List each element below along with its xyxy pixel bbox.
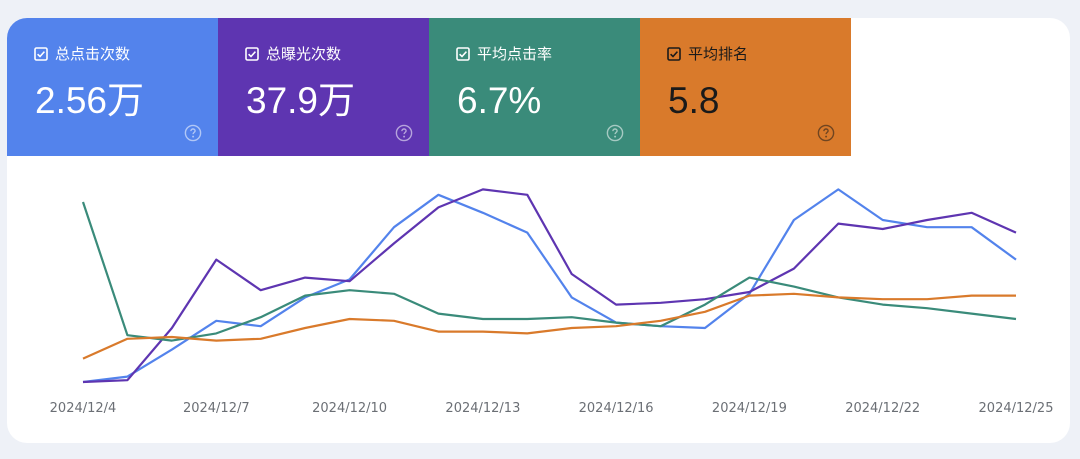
metric-label: 总曝光次数 [266, 45, 342, 63]
x-tick-label: 2024/12/13 [445, 401, 520, 416]
metric-tile-1[interactable]: 总点击次数 2.56万 [7, 18, 218, 156]
x-axis: 2024/12/4 2024/12/7 2024/12/10 2024/12/13 20… [50, 401, 1054, 416]
series-line-2 [82, 188, 1017, 384]
checkbox-checked-icon[interactable] [245, 47, 259, 61]
x-tick-label: 2024/12/10 [312, 401, 387, 416]
metric-value: 37.9万 [246, 80, 356, 121]
metric-tile-3[interactable]: 平均点击率 6.7% [429, 18, 640, 156]
metric-value: 5.8 [668, 80, 720, 121]
checkbox-checked-icon[interactable] [667, 47, 681, 61]
metric-value: 2.56万 [35, 80, 145, 121]
performance-chart: 2024/12/4 2024/12/7 2024/12/10 2024/12/13 20… [7, 168, 1070, 443]
checkbox-checked-icon[interactable] [456, 47, 470, 61]
help-icon[interactable] [395, 124, 413, 142]
metric-tile-4[interactable]: 平均排名 5.8 [640, 18, 851, 156]
metric-label: 平均点击率 [477, 45, 553, 63]
metric-tile-header: 平均点击率 [456, 45, 552, 63]
metric-tiles: 总点击次数 2.56万 总曝光次数 37.9万 平均点击率 6.7% 平均排名 5.8 [7, 18, 851, 156]
metric-label: 总点击次数 [55, 45, 131, 63]
series-line-1 [82, 188, 1017, 384]
metric-tile-2[interactable]: 总曝光次数 37.9万 [218, 18, 429, 156]
metric-tile-header: 总曝光次数 [245, 45, 341, 63]
x-tick-label: 2024/12/16 [579, 401, 654, 416]
help-icon[interactable] [184, 124, 202, 142]
checkbox-checked-icon[interactable] [34, 47, 48, 61]
metric-tile-header: 总点击次数 [34, 45, 130, 63]
help-icon[interactable] [817, 124, 835, 142]
x-tick-label: 2024/12/7 [183, 401, 250, 416]
metric-tile-header: 平均排名 [667, 45, 748, 63]
metric-value: 6.7% [457, 80, 542, 121]
x-tick-label: 2024/12/22 [845, 401, 920, 416]
help-icon[interactable] [606, 124, 624, 142]
series-lines [81, 188, 1017, 384]
performance-card: 总点击次数 2.56万 总曝光次数 37.9万 平均点击率 6.7% 平均排名 5.8 202… [7, 18, 1070, 443]
x-tick-label: 2024/12/4 [50, 401, 117, 416]
metric-label: 平均排名 [688, 45, 749, 63]
series-line-3 [81, 201, 1017, 342]
x-tick-label: 2024/12/19 [712, 401, 787, 416]
x-tick-label: 2024/12/25 [979, 401, 1054, 416]
line-chart: 2024/12/4 2024/12/7 2024/12/10 2024/12/13 20… [50, 188, 1054, 416]
